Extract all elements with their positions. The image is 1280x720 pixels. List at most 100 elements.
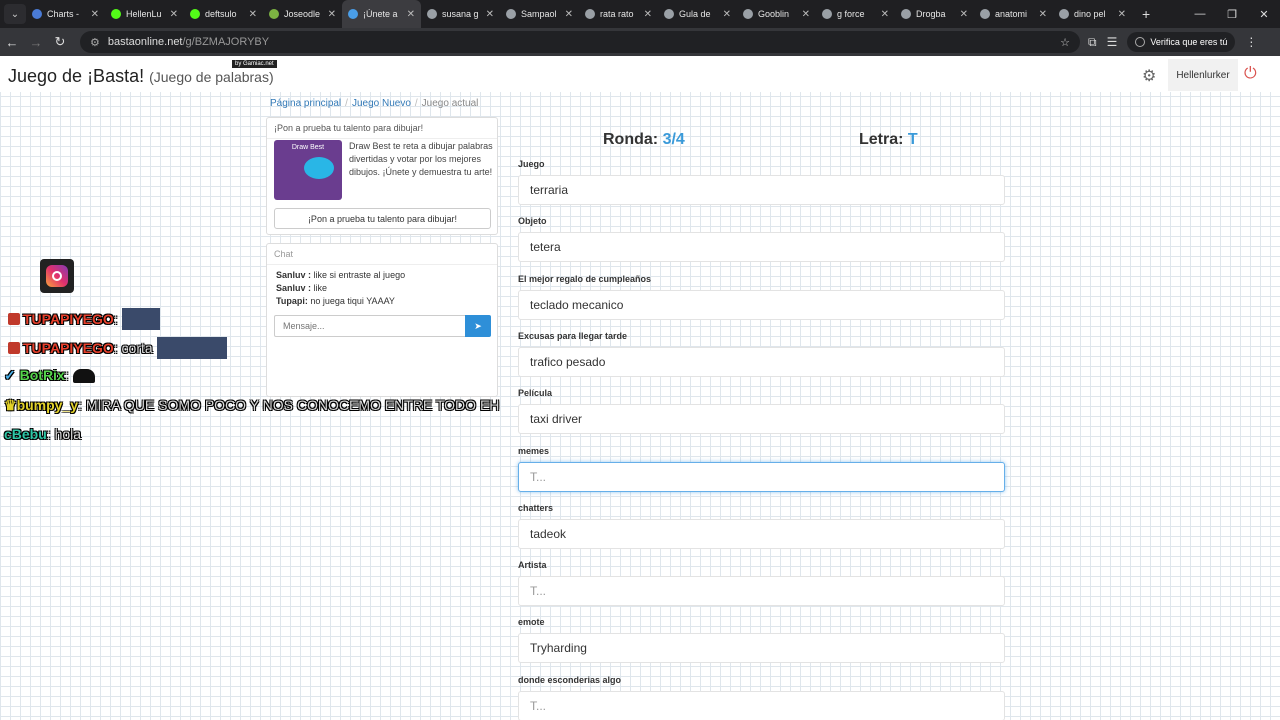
overlay-chat-line: ✓ BotRix:	[4, 367, 95, 384]
tab-close-icon[interactable]: ✕	[881, 9, 889, 20]
tab-favicon-icon	[585, 9, 595, 19]
breadcrumb-new-game[interactable]: Juego Nuevo	[352, 98, 411, 109]
title-subtitle: (Juego de palabras)	[149, 69, 274, 85]
field-label: memes	[518, 445, 550, 456]
gamiac-badge[interactable]: by Gamiac.net	[232, 60, 277, 68]
answer-input[interactable]	[518, 576, 1005, 607]
browser-tab[interactable]: Gooblin ✕	[737, 0, 816, 28]
tab-title: HellenLu	[126, 9, 162, 19]
emote-image	[156, 337, 227, 359]
browser-tab[interactable]: ¡Únete a ✕	[342, 0, 421, 28]
answer-input[interactable]	[518, 346, 1005, 377]
extensions-icon[interactable]: ⧉	[1088, 35, 1097, 50]
answer-input[interactable]	[518, 175, 1005, 205]
tab-close-icon[interactable]: ✕	[328, 9, 336, 20]
url-field[interactable]: ⚙ bastaonline.net/g/BZMAJORYBY ☆	[80, 31, 1080, 53]
chat-send-button[interactable]: ➤	[465, 315, 491, 337]
gear-icon[interactable]: ⚙	[1142, 66, 1156, 86]
browser-tab[interactable]: g force ✕	[816, 0, 895, 28]
tab-close-icon[interactable]: ✕	[1118, 9, 1126, 20]
tab-favicon-icon	[427, 9, 437, 19]
bookmark-star-icon[interactable]: ☆	[1060, 36, 1070, 49]
overlay-chat-line: TUPAPIYEGO:	[8, 308, 160, 330]
page: Juego de ¡Basta! (Juego de palabras) by …	[0, 56, 1280, 720]
reload-icon[interactable]: ↻	[48, 34, 72, 50]
tab-favicon-icon	[348, 9, 358, 19]
chat-message-input[interactable]	[274, 315, 466, 337]
promo-text: Draw Best te reta a dibujar palabras div…	[349, 141, 493, 177]
close-window-icon[interactable]: ✕	[1248, 0, 1280, 28]
tab-title: susana g	[442, 9, 479, 19]
tab-title: ¡Únete a	[363, 9, 398, 19]
tab-close-icon[interactable]: ✕	[249, 9, 257, 20]
tab-favicon-icon	[269, 9, 279, 19]
tab-favicon-icon	[32, 9, 42, 19]
answer-input[interactable]	[518, 690, 1005, 720]
browser-tab[interactable]: susana g ✕	[421, 0, 500, 28]
browser-tab[interactable]: Joseodle ✕	[263, 0, 342, 28]
chat-message: Tupapi: no juega tiqui YAAAY	[276, 296, 395, 306]
user-button[interactable]: Hellenlurker	[1168, 59, 1238, 91]
chat-panel: Chat Sanluv : like si entraste al juego …	[266, 243, 498, 397]
tab-close-icon[interactable]: ✕	[170, 9, 178, 20]
tab-close-icon[interactable]: ✕	[644, 9, 652, 20]
browser-tab[interactable]: HellenLu ✕	[105, 0, 184, 28]
answer-input[interactable]	[518, 633, 1005, 664]
tab-close-icon[interactable]: ✕	[407, 9, 415, 20]
forward-icon[interactable]: →	[24, 35, 48, 50]
new-tab-button[interactable]: +	[1142, 6, 1150, 22]
tab-favicon-icon	[506, 9, 516, 19]
promo-thumbnail[interactable]: Draw Best	[274, 140, 342, 200]
tab-title: g force	[837, 9, 865, 19]
tab-search-button[interactable]: ⌄	[4, 4, 26, 24]
tab-close-icon[interactable]: ✕	[91, 9, 99, 20]
answer-input[interactable]	[518, 518, 1005, 549]
power-icon[interactable]: ⏻	[1244, 65, 1257, 83]
answer-input[interactable]	[518, 232, 1005, 263]
promo-button[interactable]: ¡Pon a prueba tu talento para dibujar!	[274, 208, 491, 229]
verify-icon	[1135, 37, 1146, 47]
overlay-chat-line: TUPAPIYEGO: corta	[8, 337, 227, 359]
tab-close-icon[interactable]: ✕	[486, 9, 494, 20]
tab-favicon-icon	[822, 9, 832, 19]
field-label: chatters	[518, 502, 554, 513]
tab-favicon-icon	[901, 9, 911, 19]
breadcrumb-home[interactable]: Página principal	[270, 98, 341, 109]
promo-thumb-label: Draw Best	[291, 144, 325, 151]
letter-indicator: Letra: T	[859, 131, 918, 148]
tab-close-icon[interactable]: ✕	[1039, 9, 1047, 20]
title-text: Juego de ¡Basta!	[8, 66, 145, 86]
url-path: /g/BZMAJORYBY	[182, 36, 270, 48]
back-icon[interactable]: ←	[0, 35, 24, 50]
page-title[interactable]: Juego de ¡Basta! (Juego de palabras)	[8, 66, 274, 87]
breadcrumb-current: Juego actual	[421, 98, 479, 109]
browser-tab[interactable]: Charts - ✕	[26, 0, 105, 28]
browser-tab[interactable]: rata rato ✕	[579, 0, 658, 28]
tab-title: dino pel	[1074, 9, 1106, 19]
tab-close-icon[interactable]: ✕	[960, 9, 968, 20]
tab-title: rata rato	[600, 9, 634, 19]
tab-favicon-icon	[190, 9, 200, 19]
browser-tab-bar: ⌄ Charts - ✕ HellenLu ✕ deftsulo ✕ Joseodle ✕ ¡Ú…	[0, 0, 1280, 28]
site-info-icon[interactable]: ⚙	[90, 36, 100, 49]
minimize-icon[interactable]: —	[1184, 0, 1216, 28]
tab-close-icon[interactable]: ✕	[723, 9, 731, 20]
verify-button[interactable]: Verifica que eres tú	[1127, 32, 1236, 52]
browser-tab[interactable]: Drogba ✕	[895, 0, 974, 28]
tab-close-icon[interactable]: ✕	[565, 9, 573, 20]
restore-icon[interactable]: ❐	[1216, 0, 1248, 28]
browser-menu-icon[interactable]: ⋮	[1245, 35, 1257, 49]
browser-tab[interactable]: deftsulo ✕	[184, 0, 263, 28]
browser-tab[interactable]: Sampaol ✕	[500, 0, 579, 28]
browser-tab[interactable]: anatomi ✕	[974, 0, 1053, 28]
tab-title: Joseodle	[284, 9, 321, 19]
reading-list-icon[interactable]: ☰	[1107, 35, 1118, 49]
tab-close-icon[interactable]: ✕	[802, 9, 810, 20]
answer-input[interactable]	[518, 404, 1005, 435]
answer-input[interactable]	[518, 461, 1005, 492]
browser-tab[interactable]: Gula de ✕	[658, 0, 737, 28]
field-label: emote	[518, 617, 545, 628]
browser-tab[interactable]: dino pel ✕	[1053, 0, 1132, 28]
tab-favicon-icon	[980, 9, 990, 19]
answer-input[interactable]	[518, 289, 1005, 320]
